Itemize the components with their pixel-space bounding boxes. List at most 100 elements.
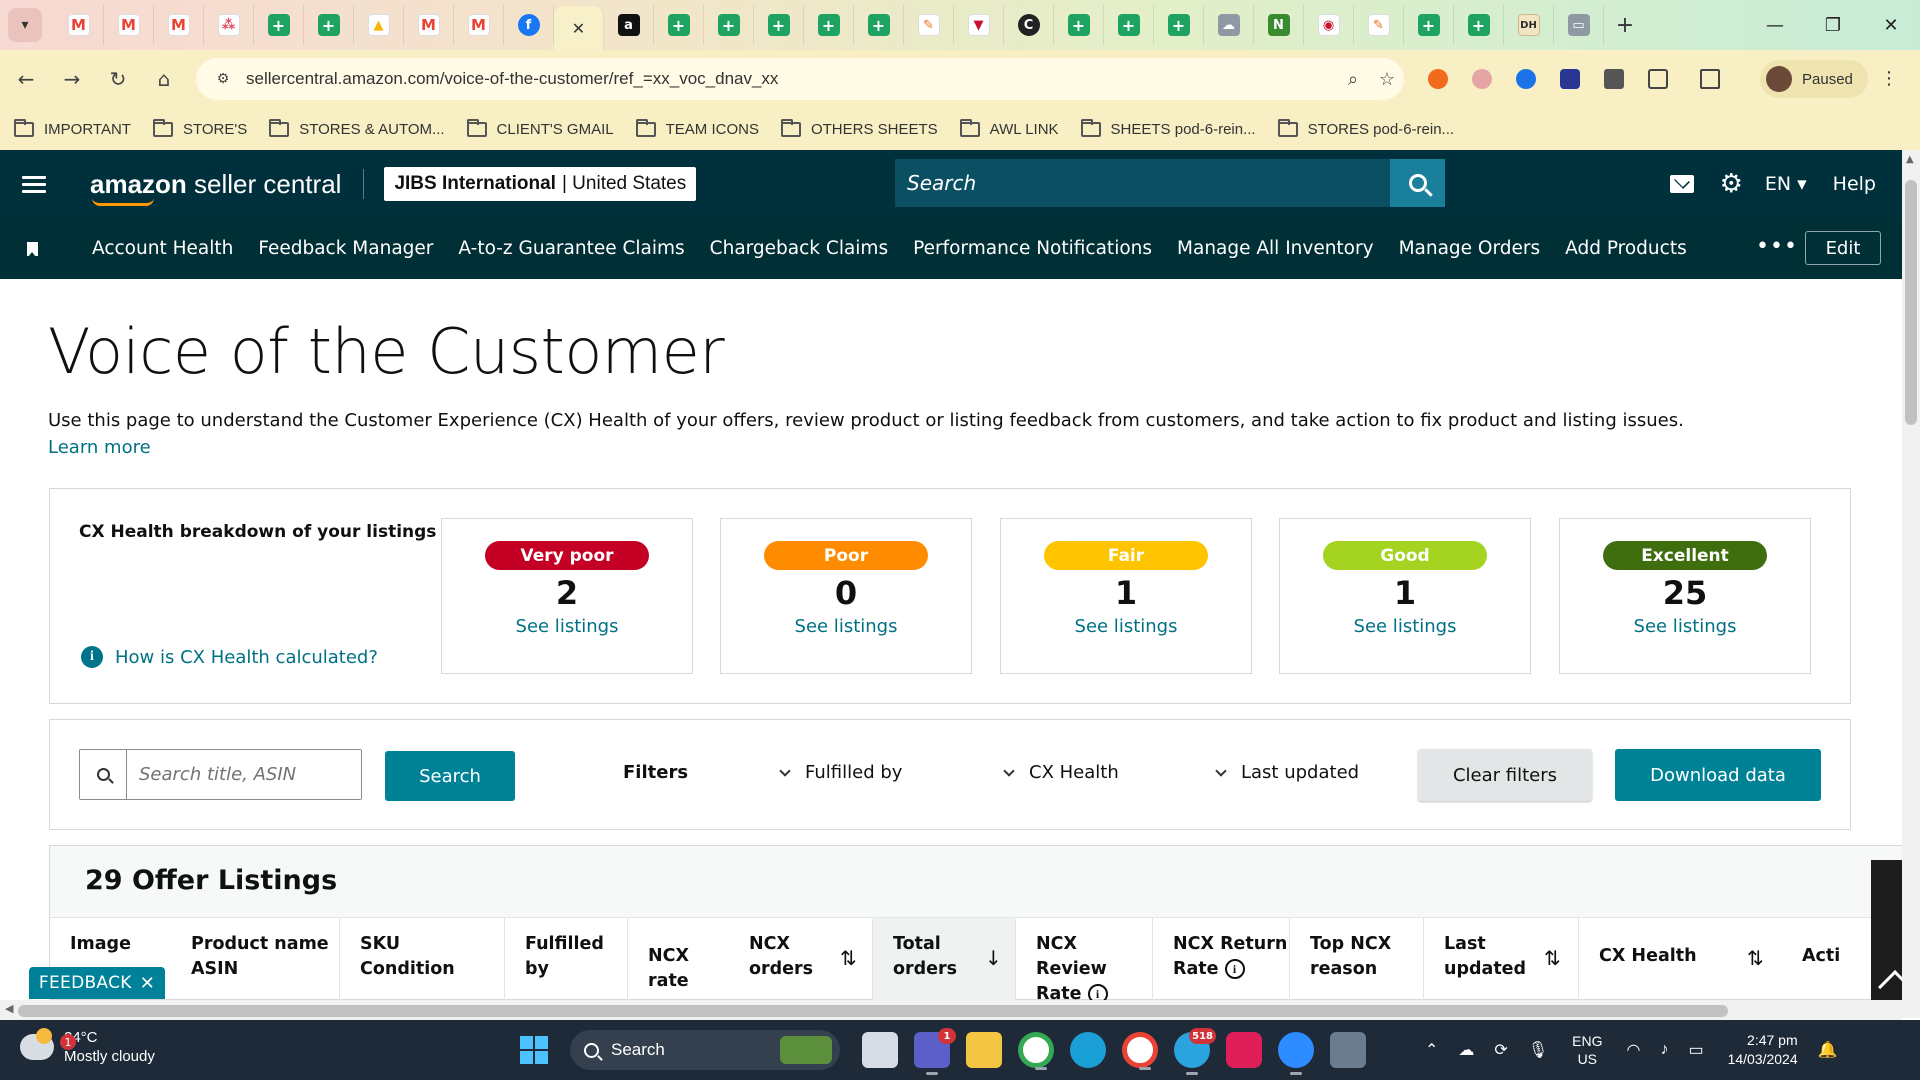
clear-filters-button[interactable]: Clear filters [1418,749,1592,801]
browser-tab[interactable]: M [454,5,504,45]
header-search-input[interactable] [895,159,1390,207]
close-window-button[interactable]: ✕ [1862,0,1920,50]
zoom-icon[interactable]: ⌕ [1336,69,1370,90]
nav-item[interactable]: Account Health [92,238,233,259]
header-search-button[interactable] [1390,159,1445,207]
column-header[interactable]: Total orders ↓ [872,918,1015,1000]
slack-icon[interactable] [1226,1032,1262,1068]
sort-descending-icon[interactable]: ↓ [985,946,1002,971]
scroll-left-icon[interactable]: ◀ [5,1002,13,1015]
nav-item[interactable]: Performance Notifications [913,238,1152,259]
listing-search-input[interactable] [127,750,361,799]
see-listings-link[interactable]: See listings [442,616,692,637]
language-selector[interactable]: EN ▾ [1765,173,1807,195]
task-view-icon[interactable] [862,1032,898,1068]
browser-tab[interactable]: ▭ [1554,5,1604,45]
browser-tab[interactable]: ⁂ [204,5,254,45]
vertical-scroll-thumb[interactable] [1905,180,1917,425]
sync-icon[interactable]: ⟳ [1494,1040,1507,1060]
cx-health-help-link[interactable]: i How is CX Health calculated? [81,646,378,668]
restore-button[interactable]: ❐ [1804,0,1862,50]
column-header[interactable]: NCX Review Rate i [1015,918,1152,1000]
nav-item[interactable]: A-to-z Guarantee Claims [458,238,684,259]
taskbar-search[interactable]: Search [570,1030,840,1070]
account-switcher[interactable]: JIBS International | United States [384,167,697,201]
edge-icon[interactable] [1070,1032,1106,1068]
bookmark-folder[interactable]: SHEETS pod-6-rein... [1080,118,1256,138]
column-header[interactable]: Fulfilled by [504,918,627,1000]
nav-item[interactable]: Feedback Manager [258,238,433,259]
column-header[interactable]: Top NCX reason [1289,918,1423,1000]
download-data-button[interactable]: Download data [1615,749,1821,801]
notification-bell-icon[interactable]: 🔔 [1818,1040,1838,1060]
search-button[interactable]: Search [385,751,515,801]
file-explorer-icon[interactable] [966,1032,1002,1068]
browser-tab[interactable]: + [754,5,804,45]
bookmark-star-icon[interactable]: ☆ [1370,69,1404,90]
bookmark-folder[interactable]: OTHERS SHEETS [780,118,938,138]
help-link[interactable]: Help [1833,173,1876,195]
browser-menu-icon[interactable]: ⋮ [1880,68,1898,89]
close-icon[interactable]: ✕ [140,973,155,994]
tab-active[interactable]: ✕ [554,6,604,50]
nav-item[interactable]: Add Products [1565,238,1687,259]
extension-icon[interactable] [1508,61,1544,97]
home-button[interactable]: ⌂ [144,59,184,99]
extensions-puzzle-icon[interactable] [1640,61,1676,97]
teams-icon[interactable]: 1 [914,1028,956,1075]
address-bar[interactable]: ⚙ sellercentral.amazon.com/voice-of-the-… [196,58,1404,100]
mail-icon[interactable] [1669,175,1694,193]
nav-item[interactable]: Manage Orders [1399,238,1541,259]
sort-icon[interactable]: ⇅ [840,946,857,971]
tab-search-button[interactable]: ▾ [8,8,42,42]
onedrive-icon[interactable]: ☁ [1458,1040,1474,1060]
horizontal-scroll-thumb[interactable] [18,1005,1728,1017]
browser-tab[interactable]: + [804,5,854,45]
last-updated-dropdown[interactable]: Last updated [1215,762,1359,783]
column-header[interactable]: NCX rate [627,918,729,1000]
bookmark-folder[interactable]: STORES pod-6-rein... [1277,118,1454,138]
browser-tab[interactable]: + [254,5,304,45]
chevron-up-icon[interactable]: ⌃ [1425,1040,1438,1060]
browser-tab[interactable]: ▲ [354,5,404,45]
chrome-profile-icon[interactable] [1122,1032,1158,1070]
learn-more-link[interactable]: Learn more [48,437,151,458]
extension-icon[interactable] [1420,61,1456,97]
browser-tab[interactable]: + [1454,5,1504,45]
nav-item[interactable]: Chargeback Claims [710,238,888,259]
edit-nav-button[interactable]: Edit [1805,231,1881,265]
zoom-icon[interactable] [1278,1032,1314,1075]
extension-icon[interactable] [1464,61,1500,97]
clock[interactable]: 2:47 pm 14/03/2024 [1728,1031,1798,1069]
browser-tab[interactable]: M [154,5,204,45]
browser-tab[interactable]: N [1254,5,1304,45]
column-header[interactable]: CX Health ⇅ [1578,918,1782,1000]
browser-tab[interactable]: ▼ [954,5,1004,45]
weather-widget[interactable]: 1 24°C Mostly cloudy [20,1028,155,1066]
browser-tab[interactable]: DH [1504,5,1554,45]
windows-start-icon[interactable] [520,1036,548,1064]
browser-tab[interactable]: ☁ [1204,5,1254,45]
more-icon[interactable]: ••• [1756,234,1798,259]
browser-tab[interactable]: a [604,5,654,45]
browser-tab[interactable]: ✎ [1354,5,1404,45]
column-header[interactable]: NCX Return Rate i [1152,918,1289,1000]
browser-tab[interactable]: + [704,5,754,45]
browser-tab[interactable]: ✎ [904,5,954,45]
minimize-button[interactable]: — [1746,0,1804,50]
column-header[interactable]: NCX orders ⇅ [729,918,872,1000]
back-button[interactable]: ← [6,59,46,99]
gear-icon[interactable]: ⚙ [1720,169,1743,199]
chrome-icon[interactable] [1018,1032,1054,1070]
nav-item[interactable]: Manage All Inventory [1177,238,1374,259]
feedback-tab[interactable]: FEEDBACK ✕ [29,967,165,999]
forward-button[interactable]: → [52,59,92,99]
hamburger-menu-icon[interactable] [22,172,46,197]
extension-icon[interactable] [1596,61,1632,97]
browser-tab[interactable]: M [404,5,454,45]
browser-tab[interactable]: + [1054,5,1104,45]
see-listings-link[interactable]: See listings [1560,616,1810,637]
column-header[interactable]: Last updated ⇅ [1423,918,1578,1000]
browser-tab[interactable]: + [1154,5,1204,45]
profile-button[interactable]: Paused [1760,60,1868,98]
